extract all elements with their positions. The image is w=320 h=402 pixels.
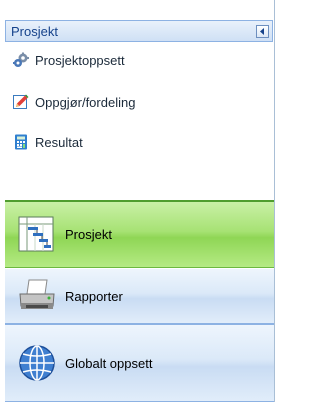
task-label: Oppgjør/fordeling	[35, 94, 136, 110]
task-oppgjor-fordeling[interactable]: Oppgjør/fordeling	[13, 92, 135, 112]
globe-icon	[17, 343, 57, 383]
task-resultat[interactable]: Resultat	[13, 132, 83, 152]
calculator-icon	[13, 134, 29, 150]
chevron-left-icon	[260, 27, 264, 35]
nav-button-prosjekt[interactable]: Prosjekt	[5, 200, 274, 268]
nav-button-globalt-oppsett[interactable]: Globalt oppsett	[5, 324, 274, 402]
gantt-chart-icon	[17, 215, 57, 255]
task-label: Prosjektoppsett	[35, 52, 125, 68]
nav-button-label: Globalt oppsett	[65, 355, 153, 371]
task-label: Resultat	[35, 134, 83, 150]
panel-title: Prosjekt	[11, 23, 58, 39]
printer-icon	[17, 276, 57, 316]
nav-button-label: Prosjekt	[65, 227, 112, 242]
nav-button-label: Rapporter	[65, 288, 123, 304]
collapse-button[interactable]	[256, 24, 269, 38]
panel-right-border	[274, 0, 275, 402]
task-list: Prosjektoppsett Oppgjør/fordeling Result…	[5, 42, 273, 200]
nav-button-rapporter[interactable]: Rapporter	[5, 268, 274, 324]
top-strip	[0, 0, 274, 20]
navigation-panel: Prosjekt Prosjektoppsett Oppgjør/fordeli…	[0, 0, 279, 402]
task-prosjektoppsett[interactable]: Prosjektoppsett	[13, 50, 125, 70]
panel-header: Prosjekt	[5, 20, 273, 42]
gears-icon	[13, 52, 29, 68]
edit-pencil-icon	[13, 94, 29, 110]
